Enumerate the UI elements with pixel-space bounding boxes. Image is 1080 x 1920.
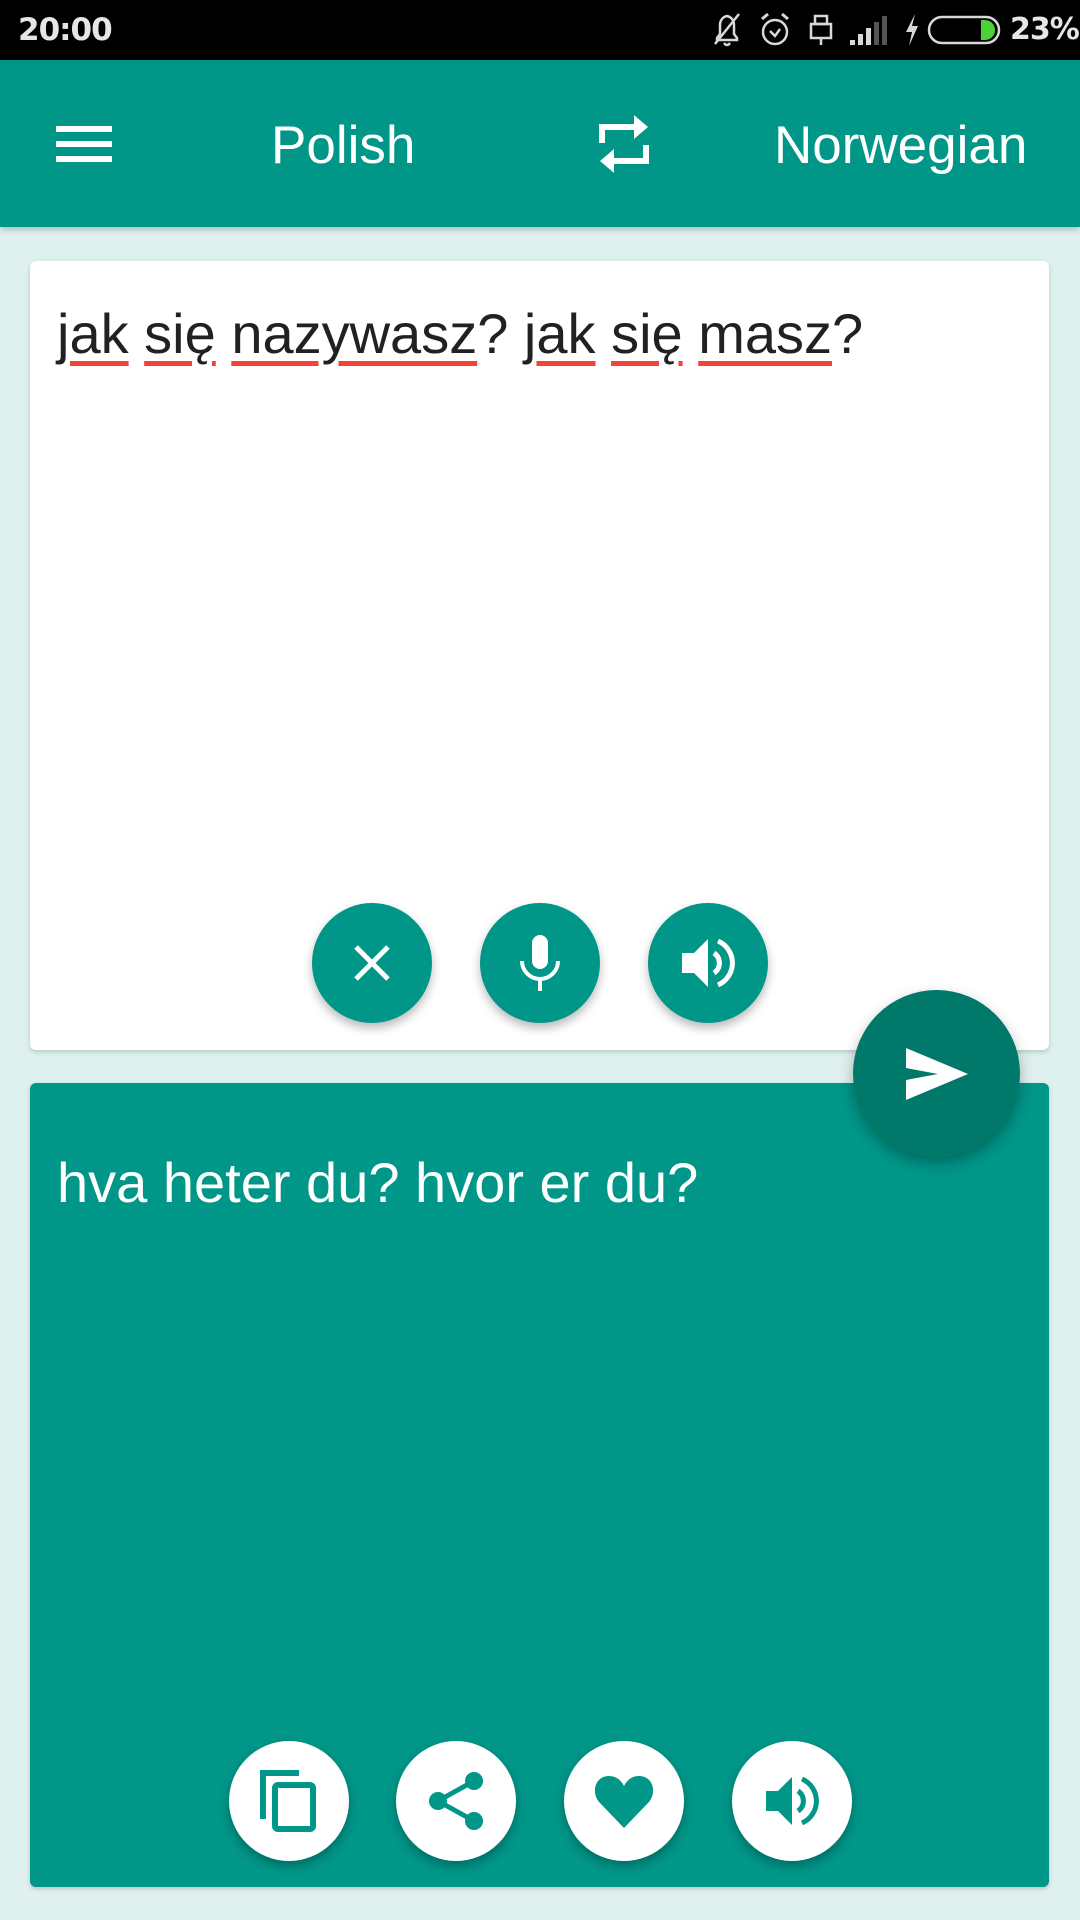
- source-text-input[interactable]: jak się nazywasz? jak się masz?: [57, 299, 863, 369]
- favorite-button[interactable]: [564, 1741, 684, 1861]
- speaker-icon: [766, 1776, 819, 1826]
- charging-bolt-icon: [903, 10, 921, 55]
- speak-target-button[interactable]: [732, 1741, 852, 1861]
- copy-icon: [260, 1770, 316, 1832]
- translated-text: hva heter du? hvor er du?: [57, 1151, 699, 1214]
- input-word: masz: [698, 302, 833, 365]
- signal-icon: [848, 10, 888, 55]
- swap-languages-icon: [599, 115, 649, 173]
- target-language-selector[interactable]: Norwegian: [774, 115, 1027, 176]
- input-word: się: [144, 302, 216, 365]
- share-icon: [429, 1772, 483, 1830]
- input-word: jak: [523, 302, 596, 365]
- send-icon: [905, 1047, 968, 1100]
- close-icon: [354, 945, 390, 981]
- speaker-icon: [682, 938, 735, 988]
- input-card: jak się nazywasz? jak się masz?: [30, 261, 1049, 1050]
- battery-percent: 23%: [1010, 12, 1080, 47]
- microphone-button[interactable]: [480, 903, 600, 1023]
- status-time: 20:00: [18, 12, 113, 48]
- toolbar: Polish Norwegian: [0, 60, 1080, 227]
- input-punct: ?: [832, 302, 864, 365]
- translate-send-button[interactable]: [853, 990, 1020, 1157]
- input-punct: ?: [477, 302, 509, 365]
- input-word: jak: [57, 302, 129, 365]
- status-bar: 20:00 23%: [0, 0, 1080, 60]
- alarm-icon: [758, 10, 792, 55]
- microphone-icon: [520, 935, 560, 991]
- clear-button[interactable]: [312, 903, 432, 1023]
- usb-icon: [808, 10, 834, 55]
- input-word: nazywasz: [231, 302, 478, 365]
- notifications-off-icon: [711, 10, 743, 55]
- menu-button[interactable]: [56, 124, 112, 164]
- copy-button[interactable]: [229, 1741, 349, 1861]
- speak-source-button[interactable]: [648, 903, 768, 1023]
- share-button[interactable]: [396, 1741, 516, 1861]
- heart-icon: [594, 1776, 654, 1828]
- swap-languages-button[interactable]: [594, 113, 654, 175]
- output-card: hva heter du? hvor er du?: [30, 1083, 1049, 1887]
- source-language-selector[interactable]: Polish: [271, 115, 415, 176]
- input-word: się: [611, 302, 683, 365]
- battery-icon: [927, 14, 1003, 51]
